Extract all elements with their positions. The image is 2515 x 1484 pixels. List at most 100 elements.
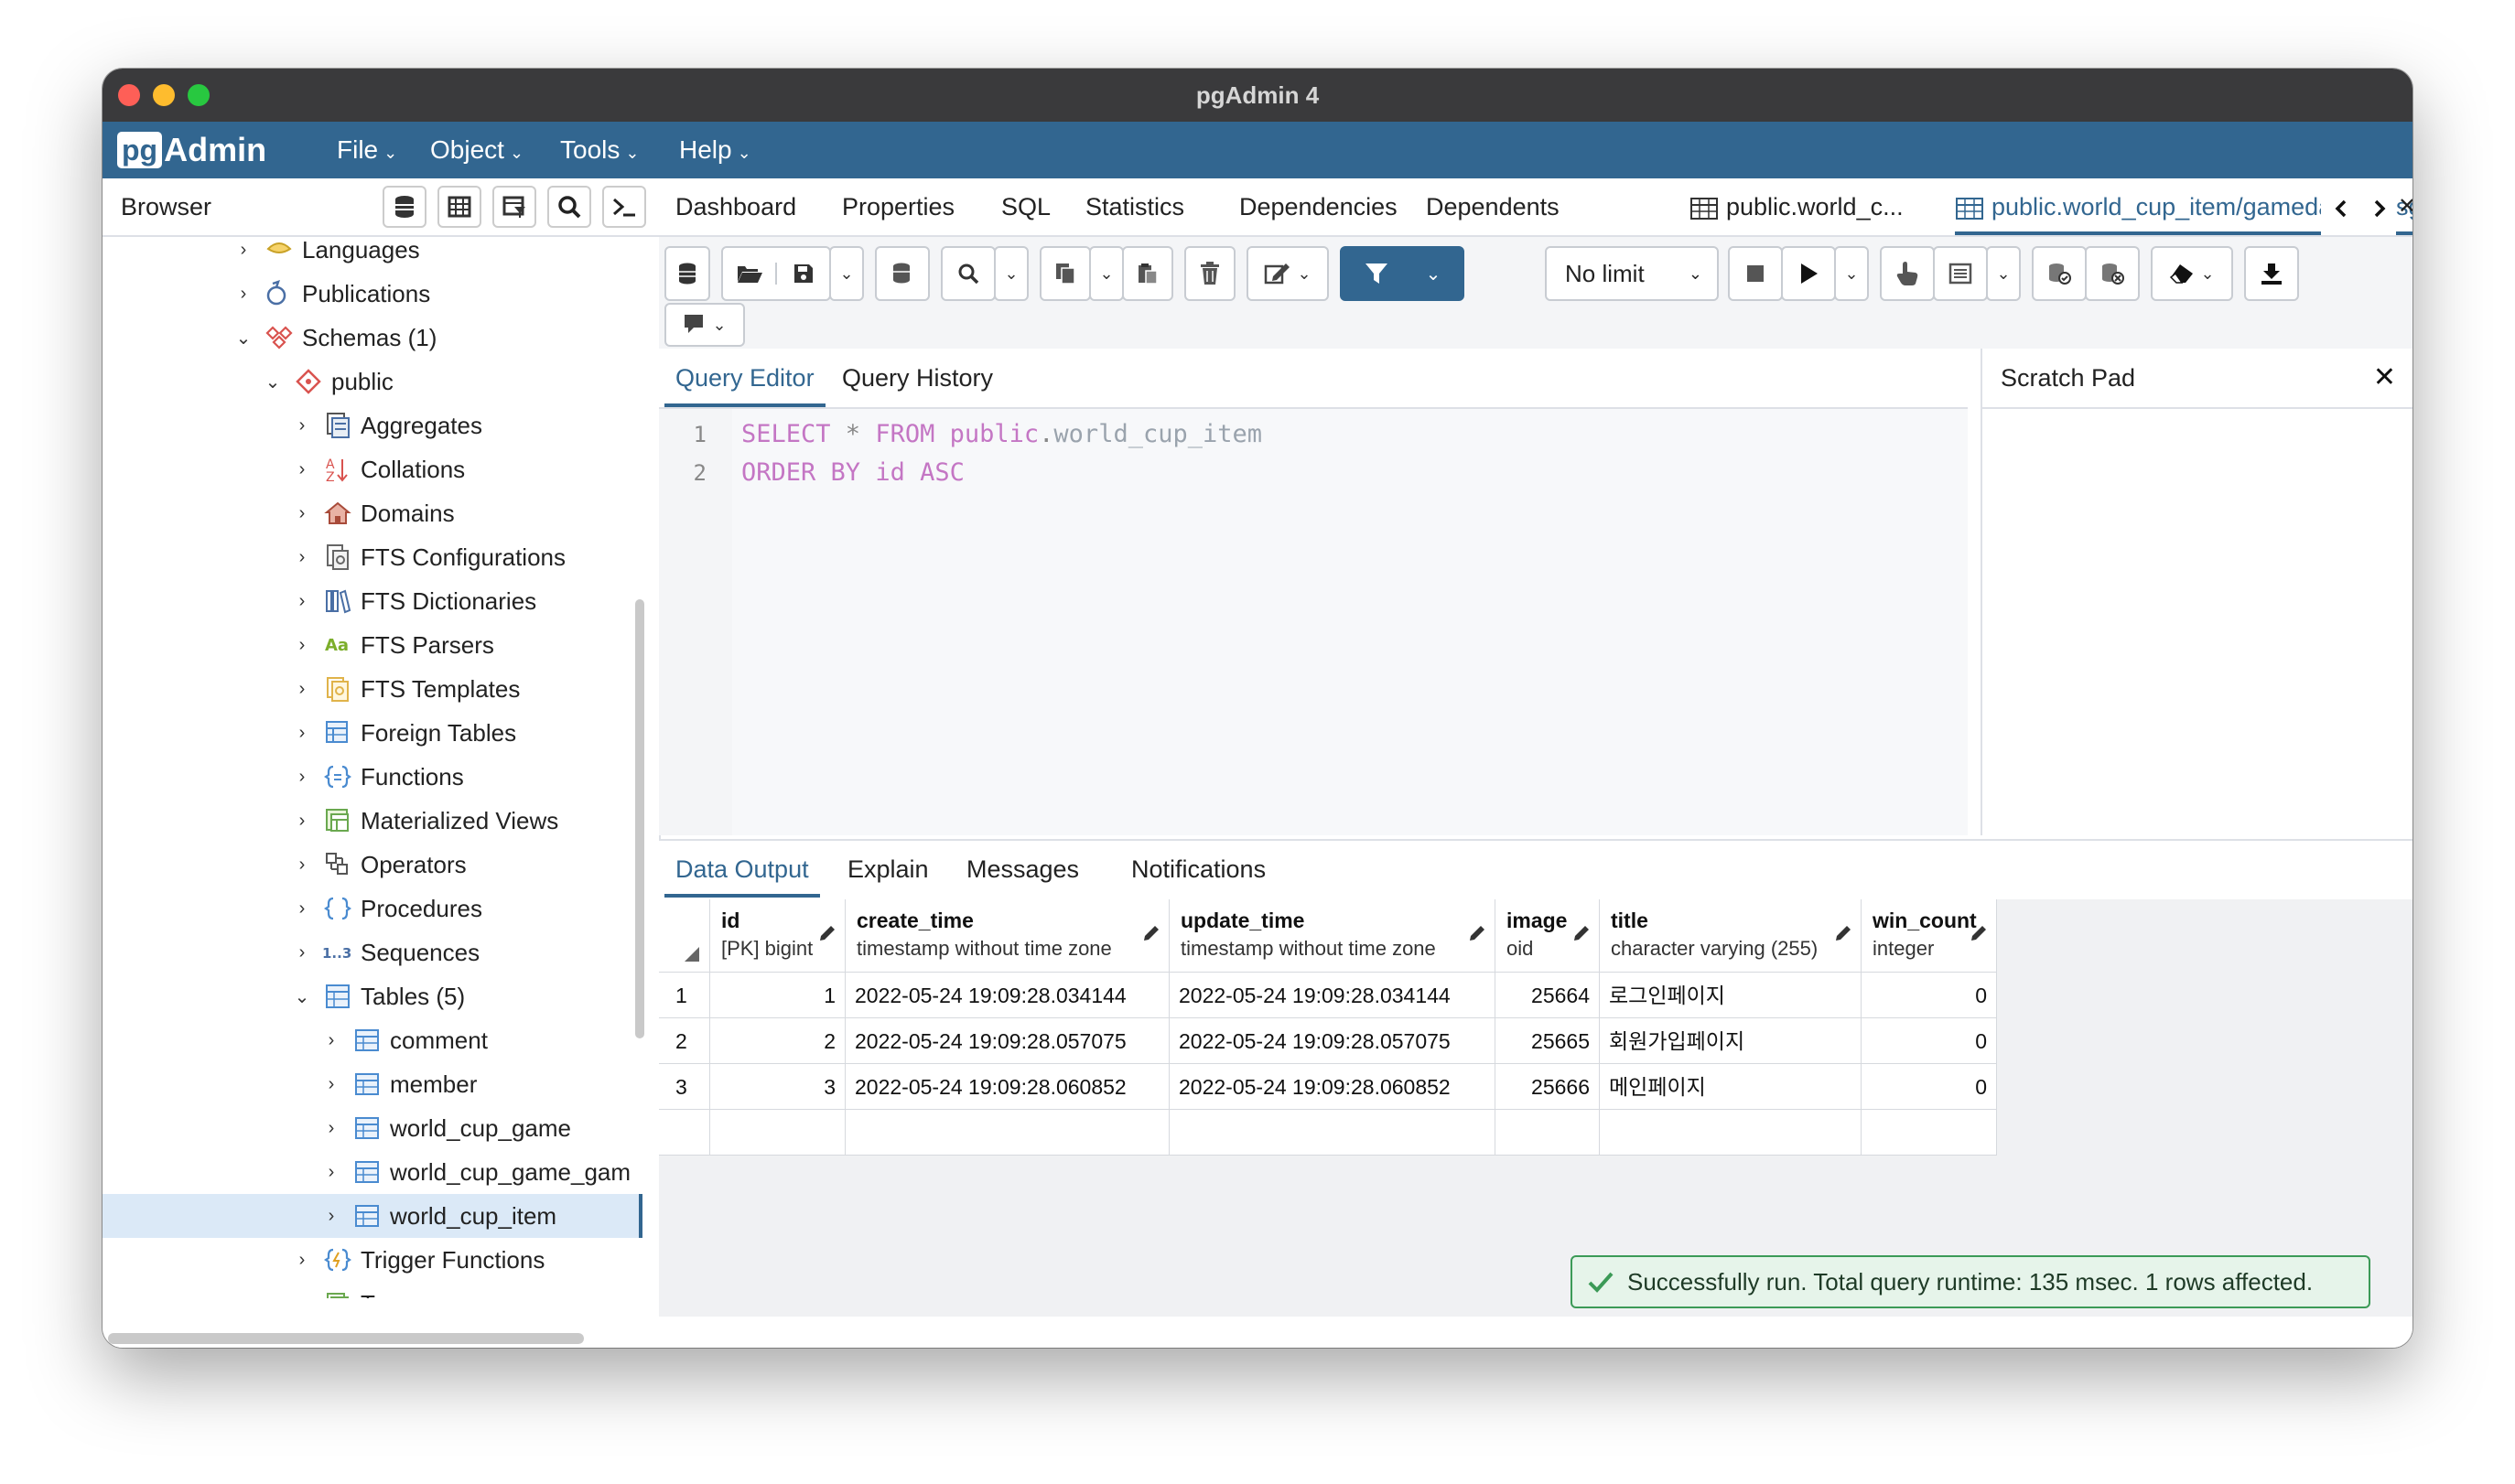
new-row-cell[interactable] <box>1170 1110 1495 1156</box>
tree-item-fts-dictionaries[interactable]: › FTS Dictionaries <box>103 579 642 623</box>
chevron-right-icon[interactable]: › <box>320 1030 342 1051</box>
save-file-button[interactable] <box>775 263 829 285</box>
cell-id[interactable]: 2 <box>710 1018 846 1064</box>
tree-item-procedures[interactable]: › Procedures <box>103 887 642 930</box>
chevron-right-icon[interactable]: › <box>291 723 313 744</box>
execute-button[interactable] <box>1781 246 1836 301</box>
cell-create-time[interactable]: 2022-05-24 19:09:28.060852 <box>846 1064 1170 1110</box>
chevron-right-icon[interactable]: › <box>291 591 313 612</box>
filter-button[interactable]: ⌄ <box>1340 246 1464 301</box>
cell-id[interactable]: 1 <box>710 973 846 1018</box>
row-limit-select[interactable]: No limit ⌄ <box>1545 246 1719 301</box>
commit-button[interactable] <box>2032 246 2087 301</box>
column-header-win-count[interactable]: win_count integer <box>1862 899 1997 973</box>
tree-item-fts-parsers[interactable]: › Aa FTS Parsers <box>103 623 642 667</box>
tab-sql[interactable]: SQL <box>1001 178 1051 235</box>
execute-options-dropdown[interactable]: ⌄ <box>1834 246 1869 301</box>
cell-update-time[interactable]: 2022-05-24 19:09:28.060852 <box>1170 1064 1495 1110</box>
close-tab-icon[interactable]: ✕ <box>2398 178 2412 235</box>
cell-win-count[interactable]: 0 <box>1862 1064 1997 1110</box>
new-row-cell[interactable] <box>1600 1110 1862 1156</box>
tab-scroll-left-button[interactable] <box>2330 178 2352 235</box>
edit-button[interactable]: ⌄ <box>1247 246 1329 301</box>
cell-win-count[interactable]: 0 <box>1862 973 1997 1018</box>
chevron-right-icon[interactable]: › <box>291 767 313 788</box>
chevron-right-icon[interactable]: › <box>232 284 254 305</box>
cell-update-time[interactable]: 2022-05-24 19:09:28.057075 <box>1170 1018 1495 1064</box>
tab-query-editor[interactable]: Query Editor <box>664 349 826 407</box>
tab-dependencies[interactable]: Dependencies <box>1239 178 1398 235</box>
row-number[interactable]: 2 <box>659 1018 710 1064</box>
tree-item-materialized-views[interactable]: › Materialized Views <box>103 799 642 843</box>
tree-item-trigger-functions[interactable]: › Trigger Functions <box>103 1238 642 1282</box>
row-number[interactable]: 3 <box>659 1064 710 1110</box>
tree-item-comment[interactable]: › comment <box>103 1018 642 1062</box>
tree-item-functions[interactable]: › Functions <box>103 755 642 799</box>
search-objects-button[interactable] <box>547 186 591 228</box>
explain-analyze-button[interactable] <box>1933 246 1988 301</box>
tree-item-aggregates[interactable]: › Aggregates <box>103 403 642 447</box>
object-explorer-button[interactable] <box>383 186 426 228</box>
column-header-update-time[interactable]: update_time timestamp without time zone <box>1170 899 1495 973</box>
tree-item-fts-configurations[interactable]: › FTS Configurations <box>103 535 642 579</box>
tree-item-sequences[interactable]: › 1..3 Sequences <box>103 930 642 974</box>
chevron-right-icon[interactable]: › <box>320 1074 342 1095</box>
column-header-id[interactable]: id [PK] bigint <box>710 899 846 973</box>
tree-item-fts-templates[interactable]: › FTS Templates <box>103 667 642 711</box>
chevron-right-icon[interactable]: › <box>232 240 254 261</box>
tree-item-schemas[interactable]: ⌄ Schemas (1) <box>103 316 642 360</box>
chevron-right-icon[interactable]: › <box>291 679 313 700</box>
tree-item-languages[interactable]: › Languages <box>103 237 642 272</box>
delete-button[interactable] <box>1184 246 1236 301</box>
find-button[interactable] <box>941 246 996 301</box>
tree-item-foreign-tables[interactable]: › Foreign Tables <box>103 711 642 755</box>
tab-dashboard[interactable]: Dashboard <box>675 178 796 235</box>
row-number[interactable]: 1 <box>659 973 710 1018</box>
chevron-right-icon[interactable]: › <box>291 635 313 656</box>
cell-create-time[interactable]: 2022-05-24 19:09:28.057075 <box>846 1018 1170 1064</box>
tab-dependents[interactable]: Dependents <box>1426 178 1560 235</box>
new-row-number[interactable] <box>659 1110 710 1156</box>
cell-create-time[interactable]: 2022-05-24 19:09:28.034144 <box>846 973 1170 1018</box>
chevron-right-icon[interactable]: › <box>291 503 313 524</box>
column-header-create-time[interactable]: create_time timestamp without time zone <box>846 899 1170 973</box>
chevron-right-icon[interactable]: › <box>291 459 313 480</box>
psql-tool-button[interactable] <box>602 186 646 228</box>
tab-messages[interactable]: Messages <box>966 841 1079 898</box>
open-file-button[interactable] <box>723 263 775 285</box>
tree-item-world-cup-game-gam[interactable]: › world_cup_game_gam <box>103 1150 642 1194</box>
new-row-cell[interactable] <box>1862 1110 1997 1156</box>
column-header-image[interactable]: image oid <box>1495 899 1600 973</box>
tree-item-world-cup-game[interactable]: › world_cup_game <box>103 1106 642 1150</box>
chevron-right-icon[interactable]: › <box>291 942 313 963</box>
chevron-right-icon[interactable]: › <box>291 855 313 876</box>
tree-item-operators[interactable]: › Operators <box>103 843 642 887</box>
download-button[interactable] <box>2244 246 2299 301</box>
view-data-button[interactable] <box>437 186 481 228</box>
menu-help[interactable]: Help ⌄ <box>679 122 751 178</box>
tree-item-world-cup-item[interactable]: › world_cup_item <box>103 1194 642 1238</box>
tab-statistics[interactable]: Statistics <box>1085 178 1184 235</box>
tree-item-member[interactable]: › member <box>103 1062 642 1106</box>
save-options-dropdown[interactable]: ⌄ <box>829 246 864 301</box>
chevron-down-icon[interactable]: ⌄ <box>291 985 313 1008</box>
copy-button[interactable] <box>1040 246 1091 301</box>
chevron-right-icon[interactable]: › <box>291 898 313 919</box>
close-icon[interactable]: ✕ <box>2373 349 2396 407</box>
new-row-cell[interactable] <box>710 1110 846 1156</box>
cell-title[interactable]: 메인페이지 <box>1600 1064 1862 1110</box>
zoom-window-button[interactable] <box>188 84 210 106</box>
chevron-right-icon[interactable]: › <box>291 415 313 436</box>
tab-properties[interactable]: Properties <box>842 178 955 235</box>
filtered-rows-button[interactable] <box>492 186 536 228</box>
menu-object[interactable]: Object ⌄ <box>430 122 524 178</box>
close-window-button[interactable] <box>118 84 140 106</box>
tree-item-tables[interactable]: ⌄ Tables (5) <box>103 974 642 1018</box>
chevron-right-icon[interactable]: › <box>320 1162 342 1183</box>
cell-image[interactable]: 25666 <box>1495 1064 1600 1110</box>
explain-options-dropdown[interactable]: ⌄ <box>1986 246 2021 301</box>
stop-button[interactable] <box>1728 246 1783 301</box>
sql-editor[interactable]: 1 2 SELECT * FROM public.world_cup_item … <box>659 409 1968 835</box>
chevron-right-icon[interactable]: › <box>320 1206 342 1227</box>
tab-explain[interactable]: Explain <box>847 841 929 898</box>
